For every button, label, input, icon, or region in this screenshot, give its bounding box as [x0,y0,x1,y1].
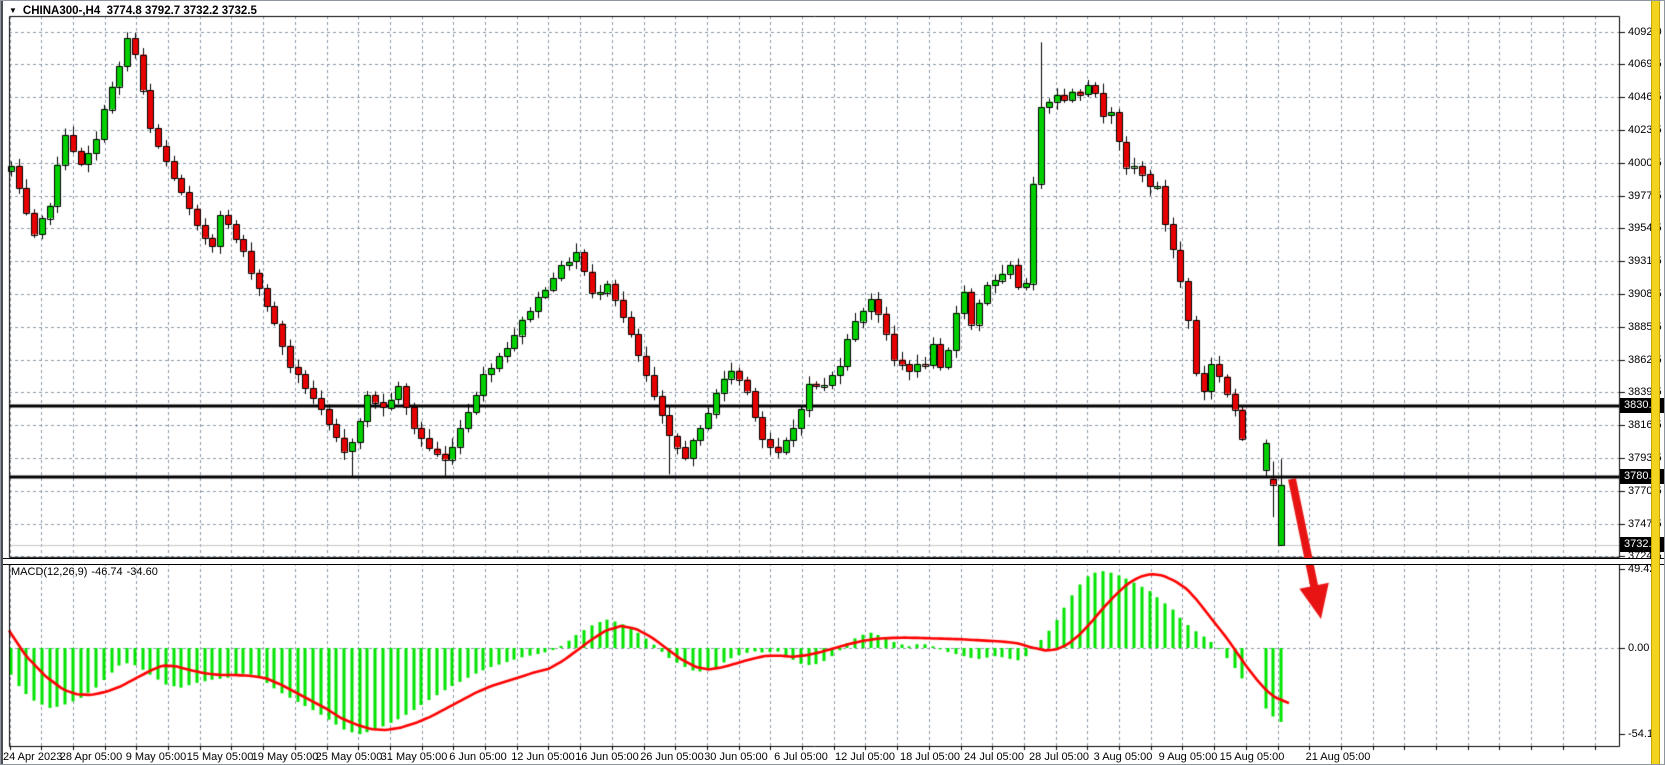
time-tick-label: 16 Jun 05:00 [575,751,639,763]
macd-main-value: -46.74 [91,566,122,578]
symbol-label: CHINA300-,H4 [23,5,100,17]
time-tick-label: 21 Aug 05:00 [1306,751,1371,763]
time-tick-label: 30 Jun 05:00 [704,751,768,763]
time-tick-label: 28 Apr 05:00 [60,751,122,763]
time-tick-label: 24 Apr 2023 [3,751,62,763]
macd-indicator-label: MACD(12,26,9) -46.74 -34.60 [11,566,162,578]
time-tick-label: 9 May 05:00 [126,751,187,763]
chart-title: ▼ CHINA300-,H4 3774.8 3792.7 3732.2 3732.… [9,5,257,17]
time-tick-label: 19 May 05:00 [252,751,319,763]
time-tick-label: 18 Jul 05:00 [900,751,960,763]
price-chart-canvas[interactable] [1,1,1665,765]
window-edge-strip [1651,1,1660,765]
time-tick-label: 6 Jun 05:00 [449,751,507,763]
macd-name: MACD(12,26,9) [11,566,87,578]
symbol-dropdown-icon[interactable]: ▼ [9,6,17,15]
time-tick-label: 25 May 05:00 [316,751,383,763]
time-tick-label: 24 Jul 05:00 [964,751,1024,763]
time-tick-label: 28 Jul 05:00 [1029,751,1089,763]
time-tick-label: 15 Aug 05:00 [1220,751,1285,763]
macd-tick-label: 0.00 [1628,642,1649,654]
panel-separator[interactable] [1,558,1665,565]
time-tick-label: 9 Aug 05:00 [1159,751,1218,763]
ohlc-readout: 3774.8 3792.7 3732.2 3732.5 [107,5,257,17]
time-tick-label: 26 Jun 05:00 [640,751,704,763]
time-tick-label: 31 May 05:00 [381,751,448,763]
macd-signal-value: -34.60 [127,566,158,578]
time-tick-label: 15 May 05:00 [187,751,254,763]
time-tick-label: 6 Jul 05:00 [774,751,828,763]
time-tick-label: 12 Jun 05:00 [511,751,575,763]
time-tick-label: 3 Aug 05:00 [1094,751,1153,763]
time-tick-label: 12 Jul 05:00 [835,751,895,763]
chart-window: ▼ CHINA300-,H4 3774.8 3792.7 3732.2 3732.… [0,0,1665,765]
